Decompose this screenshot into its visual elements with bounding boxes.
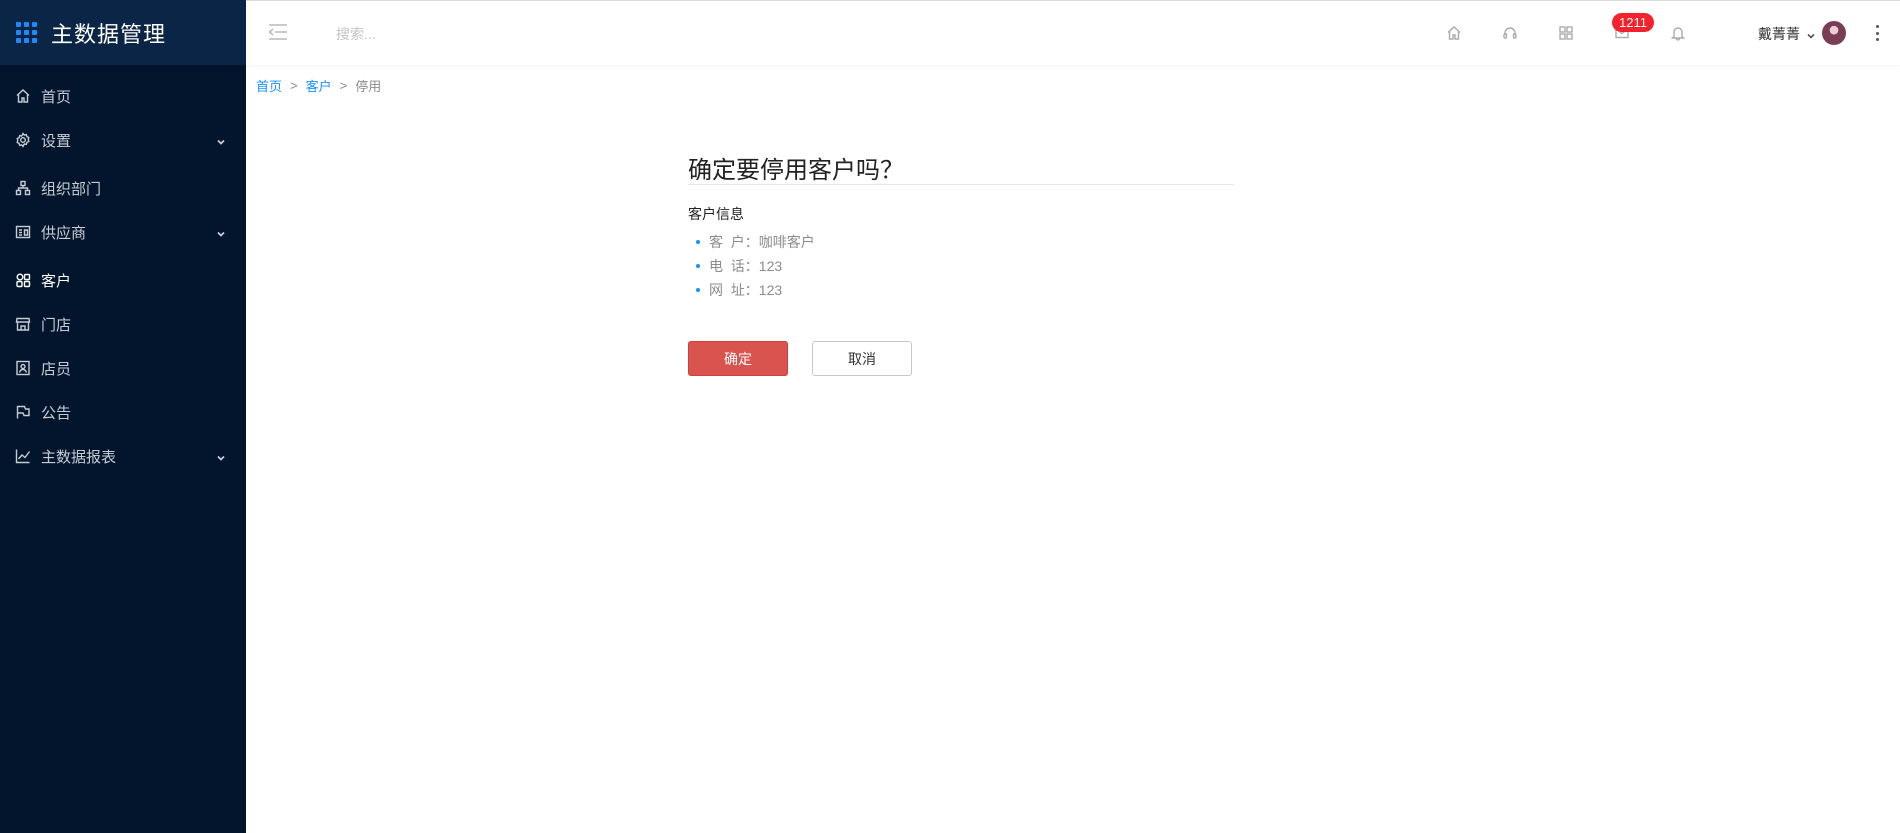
sidebar-item-label: 供应商 (41, 224, 87, 242)
org-chart-icon (14, 180, 31, 197)
brand[interactable]: 主数据管理 (0, 0, 246, 65)
list-item: 电 话：123 (696, 254, 815, 278)
sidebar-item-label: 组织部门 (41, 180, 102, 198)
sidebar-item-staff[interactable]: 店员 (0, 348, 246, 388)
sidebar: 主数据管理 首页 设置 组织部门 供应商 客户 门店 店员 公告 主数据报表 (0, 0, 246, 833)
sidebar-item-label: 首页 (41, 88, 72, 106)
flag-icon (14, 404, 31, 421)
sidebar-item-home[interactable]: 首页 (0, 76, 246, 116)
info-customer: 客 户：咖啡客户 (709, 234, 815, 250)
sidebar-item-reports[interactable]: 主数据报表 (0, 436, 246, 476)
notification-count-badge: 1211 (1612, 13, 1654, 32)
sidebar-item-label: 店员 (41, 360, 72, 378)
sidebar-item-store[interactable]: 门店 (0, 304, 246, 344)
customer-info-list: 客 户：咖啡客户 电 话：123 网 址：123 (696, 230, 815, 302)
search-input[interactable] (336, 21, 556, 47)
confirm-button[interactable]: 确定 (688, 341, 788, 376)
info-website: 网 址：123 (709, 282, 783, 298)
gear-icon (14, 132, 31, 149)
home-icon (14, 88, 31, 105)
topbar: 1211 戴菁菁 (246, 0, 1900, 65)
list-item: 网 址：123 (696, 278, 815, 302)
customer-icon (14, 272, 31, 289)
line-chart-icon (14, 448, 31, 465)
sidebar-item-label: 客户 (41, 272, 72, 290)
info-phone: 电 话：123 (709, 258, 783, 274)
bullet-icon (696, 288, 700, 292)
apps-grid-icon[interactable] (1556, 23, 1576, 43)
vendor-card-icon (14, 224, 31, 241)
app-title: 主数据管理 (51, 21, 167, 47)
breadcrumb-separator: > (339, 78, 348, 93)
cancel-button[interactable]: 取消 (812, 341, 912, 376)
headset-icon[interactable] (1500, 23, 1520, 43)
breadcrumb-current: 停用 (355, 79, 382, 94)
menu-collapse-icon[interactable] (268, 23, 288, 41)
sidebar-item-label: 设置 (41, 132, 72, 150)
sidebar-item-label: 公告 (41, 404, 72, 422)
breadcrumb-customer[interactable]: 客户 (306, 76, 332, 95)
list-item: 客 户：咖啡客户 (696, 230, 815, 254)
chevron-down-icon (216, 450, 226, 461)
title-divider (688, 184, 1234, 185)
app-grid-icon (16, 22, 37, 43)
chevron-down-icon[interactable] (1806, 28, 1816, 39)
store-icon (14, 316, 31, 333)
chevron-down-icon (216, 226, 226, 237)
breadcrumb-home[interactable]: 首页 (256, 76, 282, 95)
user-name[interactable]: 戴菁菁 (1758, 24, 1800, 44)
bullet-icon (696, 264, 700, 268)
sidebar-item-org[interactable]: 组织部门 (0, 168, 246, 208)
sidebar-item-label: 主数据报表 (41, 448, 117, 466)
staff-badge-icon (14, 360, 31, 377)
sidebar-item-settings[interactable]: 设置 (0, 120, 246, 160)
more-vertical-icon[interactable] (1874, 25, 1880, 41)
sidebar-item-customer[interactable]: 客户 (0, 260, 246, 300)
section-label: 客户信息 (688, 206, 744, 222)
chevron-down-icon (216, 134, 226, 145)
breadcrumb-separator: > (290, 78, 298, 93)
sidebar-item-notice[interactable]: 公告 (0, 392, 246, 432)
sidebar-item-label: 门店 (41, 316, 72, 334)
bell-icon[interactable] (1668, 23, 1688, 43)
page-title: 确定要停用客户吗？ (688, 157, 904, 184)
breadcrumb: 首页 > 客户 > 停用 (256, 76, 381, 95)
avatar[interactable] (1822, 21, 1846, 45)
bullet-icon (696, 240, 700, 244)
sidebar-item-vendor[interactable]: 供应商 (0, 212, 246, 252)
home-icon[interactable] (1444, 23, 1464, 43)
